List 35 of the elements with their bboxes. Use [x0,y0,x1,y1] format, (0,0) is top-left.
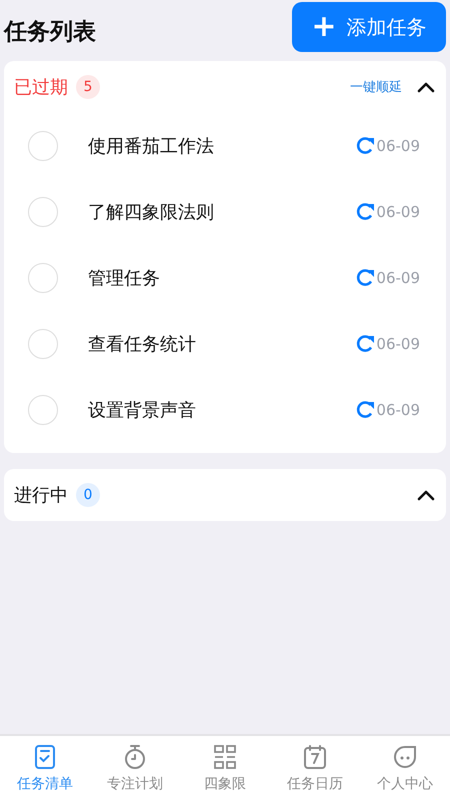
count-badge: 0 [76,483,100,507]
redo-icon [356,268,376,288]
count-badge: 5 [76,75,100,99]
add-task-button[interactable]: + 添加任务 [292,2,446,52]
calendar-icon [301,743,329,771]
tab-item[interactable]: 个人中心 [360,736,450,800]
task-date: 06-09 [376,401,420,419]
tab-item[interactable]: 四象限 [180,736,270,800]
redo-icon [356,136,376,156]
task-date: 06-09 [376,335,420,353]
task-date: 06-09 [376,203,420,221]
task-checkbox[interactable] [28,329,58,359]
page-title: 任务列表 [4,18,96,47]
face-icon [391,743,419,771]
task-title: 使用番茄工作法 [88,135,215,158]
task-checkbox[interactable] [28,131,58,161]
task-title: 管理任务 [88,267,161,290]
grid-icon [211,743,239,771]
tab-item[interactable]: 任务清单 [0,736,90,800]
task-date: 06-09 [376,269,420,287]
section-title: 已过期 [14,76,68,99]
redo-icon [356,202,376,222]
task-title: 查看任务统计 [88,333,197,356]
task-checkbox[interactable] [28,263,58,293]
task-date: 06-09 [376,137,420,155]
postpone-all-link[interactable]: 一键顺延 [350,78,402,96]
tab-item[interactable]: 任务日历 [270,736,360,800]
redo-icon [356,400,376,420]
task-title: 设置背景声音 [88,399,197,422]
task-checkbox[interactable] [28,395,58,425]
tab-item[interactable]: 专注计划 [90,736,180,800]
redo-icon [356,334,376,354]
task-title: 了解四象限法则 [88,201,215,224]
task-checkbox[interactable] [28,197,58,227]
section-title: 进行中 [14,484,68,507]
